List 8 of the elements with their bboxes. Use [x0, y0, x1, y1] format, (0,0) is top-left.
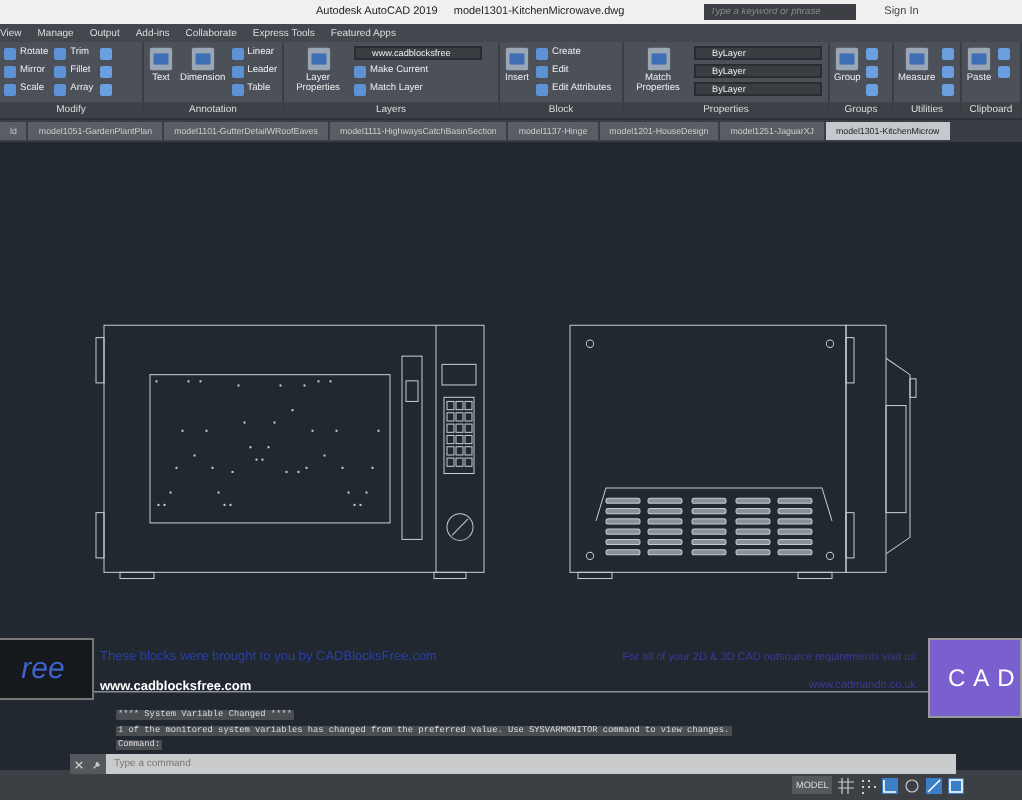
osnap-icon[interactable]: [926, 777, 943, 793]
ortho-icon[interactable]: [882, 777, 899, 793]
polar-icon[interactable]: [904, 777, 921, 793]
close-icon[interactable]: [70, 754, 88, 774]
brand-text: CAD: [948, 664, 1022, 692]
grid-icon[interactable]: [838, 777, 855, 793]
lineweight-icon[interactable]: [948, 777, 965, 793]
logo-text: ree: [21, 652, 65, 686]
